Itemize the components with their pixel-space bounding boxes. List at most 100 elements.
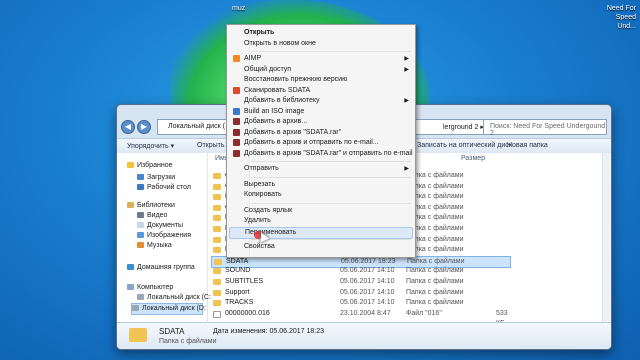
nav-item-label: Рабочий стол (147, 184, 191, 191)
column-header-size[interactable]: Размер (461, 155, 485, 162)
menu-item[interactable]: Восстановить прежнюю версию (229, 75, 413, 85)
nav-item[interactable]: Документы (137, 221, 183, 231)
nav-item-label: Изображения (147, 232, 191, 239)
table-row[interactable]: TRACKS 05.06.2017 14:10 Папка с файлами (211, 298, 511, 308)
menu-separator (251, 202, 411, 204)
folder-icon (213, 173, 221, 179)
menu-item[interactable]: Общий доступ ▶ (229, 65, 413, 75)
menu-item[interactable]: Сканировать SDATA (229, 86, 413, 96)
menu-item[interactable]: Открыть в новом окне (229, 39, 413, 49)
submenu-arrow-icon: ▶ (404, 166, 409, 172)
nav-item[interactable]: Локальный диск (D: (131, 303, 206, 315)
nav-item[interactable]: Библиотеки (127, 201, 175, 211)
menu-separator (251, 176, 411, 178)
nav-item-icon (127, 264, 134, 271)
folder-icon (213, 194, 221, 201)
nav-item[interactable]: Избранное (127, 161, 172, 171)
nav-item-icon (137, 222, 144, 229)
navigation-pane: Избранное Загрузки Рабочий стол Библиотеки В… (117, 153, 211, 323)
nav-item[interactable]: Видео (137, 211, 167, 221)
menu-item-icon (233, 107, 240, 115)
menu-item-icon (233, 128, 240, 136)
menu-item-label: Переименовать (245, 228, 297, 236)
menu-item[interactable]: Добавить в архив "SDATA.rar" (229, 128, 413, 138)
menu-item[interactable]: Отправить ▶ (229, 164, 413, 174)
menu-item[interactable]: Добавить в библиотеку ▶ (229, 96, 413, 106)
menu-item[interactable]: Вырезать (229, 180, 413, 190)
menu-item[interactable]: AIMP ▶ (229, 54, 413, 64)
nav-item[interactable]: Загрузки (137, 173, 175, 183)
row-date: 05.06.2017 14:10 (340, 288, 395, 296)
folder-icon (214, 258, 222, 265)
nav-item[interactable]: Рабочий стол (137, 183, 191, 193)
row-date: 05.06.2017 14:10 (340, 267, 395, 275)
menu-item-icon (233, 86, 240, 94)
new-folder-button[interactable]: Новая папка (507, 142, 548, 149)
nav-item-icon (137, 174, 144, 181)
row-name: 00000000.016 (225, 309, 270, 317)
folder-icon (213, 236, 221, 243)
scrollbar[interactable] (602, 153, 611, 323)
search-placeholder: Поиск: Need For Speed Undergound 2 (490, 123, 606, 137)
forward-icon[interactable]: ▶ (137, 120, 151, 134)
menu-item[interactable]: Создать ярлык (229, 206, 413, 216)
nav-item[interactable]: Домашняя группа (127, 263, 195, 273)
table-row[interactable]: SUBTITLES 05.06.2017 14:10 Папка с файлами (211, 277, 511, 287)
nav-item-label: Домашняя группа (137, 264, 195, 271)
status-name: SDATA (159, 327, 185, 336)
nav-item-icon (137, 184, 144, 191)
table-row[interactable]: SOUND 05.06.2017 14:10 Папка с файлами (211, 266, 511, 276)
table-row[interactable]: Support 05.06.2017 14:10 Папка с файлами (211, 288, 511, 298)
nav-item-icon (132, 305, 139, 312)
burn-button[interactable]: Записать на оптический диск (417, 142, 512, 149)
menu-item[interactable]: Удалить (229, 216, 413, 226)
table-row[interactable]: 00000000.016 23.10.2004 8:47 Файл "016" 533… (211, 309, 511, 327)
row-date: 05.06.2017 18:23 (341, 257, 396, 265)
nav-item-icon (127, 162, 134, 169)
nav-item-icon (137, 232, 144, 239)
row-type: Папка с файлами (406, 278, 464, 285)
address-path-left: Локальный диск ( (168, 123, 225, 130)
folder-icon (213, 289, 221, 296)
row-name: SDATA (226, 257, 249, 265)
nav-item-label: Документы (147, 222, 184, 229)
menu-item[interactable]: Добавить в архив и отправить по e-mail..… (229, 138, 413, 148)
row-date: 23.10.2004 8:47 (340, 309, 391, 317)
nav-item-label: Избранное (137, 162, 173, 169)
row-type: Папка с файлами (406, 299, 464, 307)
folder-icon (213, 183, 221, 190)
search-input[interactable]: Поиск: Need For Speed Undergound 2 (483, 119, 607, 137)
menu-item-label: Копировать (244, 191, 282, 198)
menu-item-icon (233, 118, 240, 125)
folder-icon (213, 247, 221, 254)
open-button[interactable]: Открыть (197, 142, 225, 149)
back-icon[interactable]: ◀ (121, 120, 135, 134)
nav-item-icon (137, 212, 144, 219)
desktop-icon-label-muz[interactable]: muz (232, 4, 245, 13)
details-pane: SDATA Дата изменения: 05.06.2017 18:23 П… (117, 322, 611, 349)
menu-item-label: AIMP (244, 55, 262, 62)
menu-separator (251, 161, 411, 162)
menu-item[interactable]: Добавить в архив "SDATA.rar" и отправить… (229, 149, 413, 159)
status-date: Дата изменения: 05.06.2017 18:23 (213, 328, 324, 335)
menu-item[interactable]: Build an ISO image (229, 107, 413, 117)
menu-item[interactable]: Добавить в архив... (229, 117, 413, 127)
nav-item[interactable]: Изображения (137, 231, 191, 241)
menu-item-icon (233, 139, 240, 146)
nav-item[interactable]: Компьютер (127, 283, 173, 293)
folder-icon (213, 279, 221, 285)
nav-item[interactable]: Музыка (137, 241, 172, 251)
organize-button[interactable]: Упорядочить ▾ (127, 142, 174, 150)
nav-item[interactable]: Локальный диск (C: (137, 293, 211, 303)
folder-icon (213, 215, 221, 222)
row-name: TRACKS (225, 299, 254, 307)
row-type: Папка с файлами (406, 288, 464, 296)
desktop-icon-label-nfs[interactable]: Need For Speed Und... (596, 4, 636, 31)
nav-item-icon (137, 294, 144, 301)
folder-icon (213, 300, 221, 307)
menu-item[interactable]: Копировать (229, 190, 413, 200)
menu-item[interactable]: Открыть (229, 28, 413, 38)
menu-item[interactable]: Свойства (229, 242, 413, 252)
row-name: SUBTITLES (225, 278, 264, 285)
folder-icon (129, 328, 147, 342)
